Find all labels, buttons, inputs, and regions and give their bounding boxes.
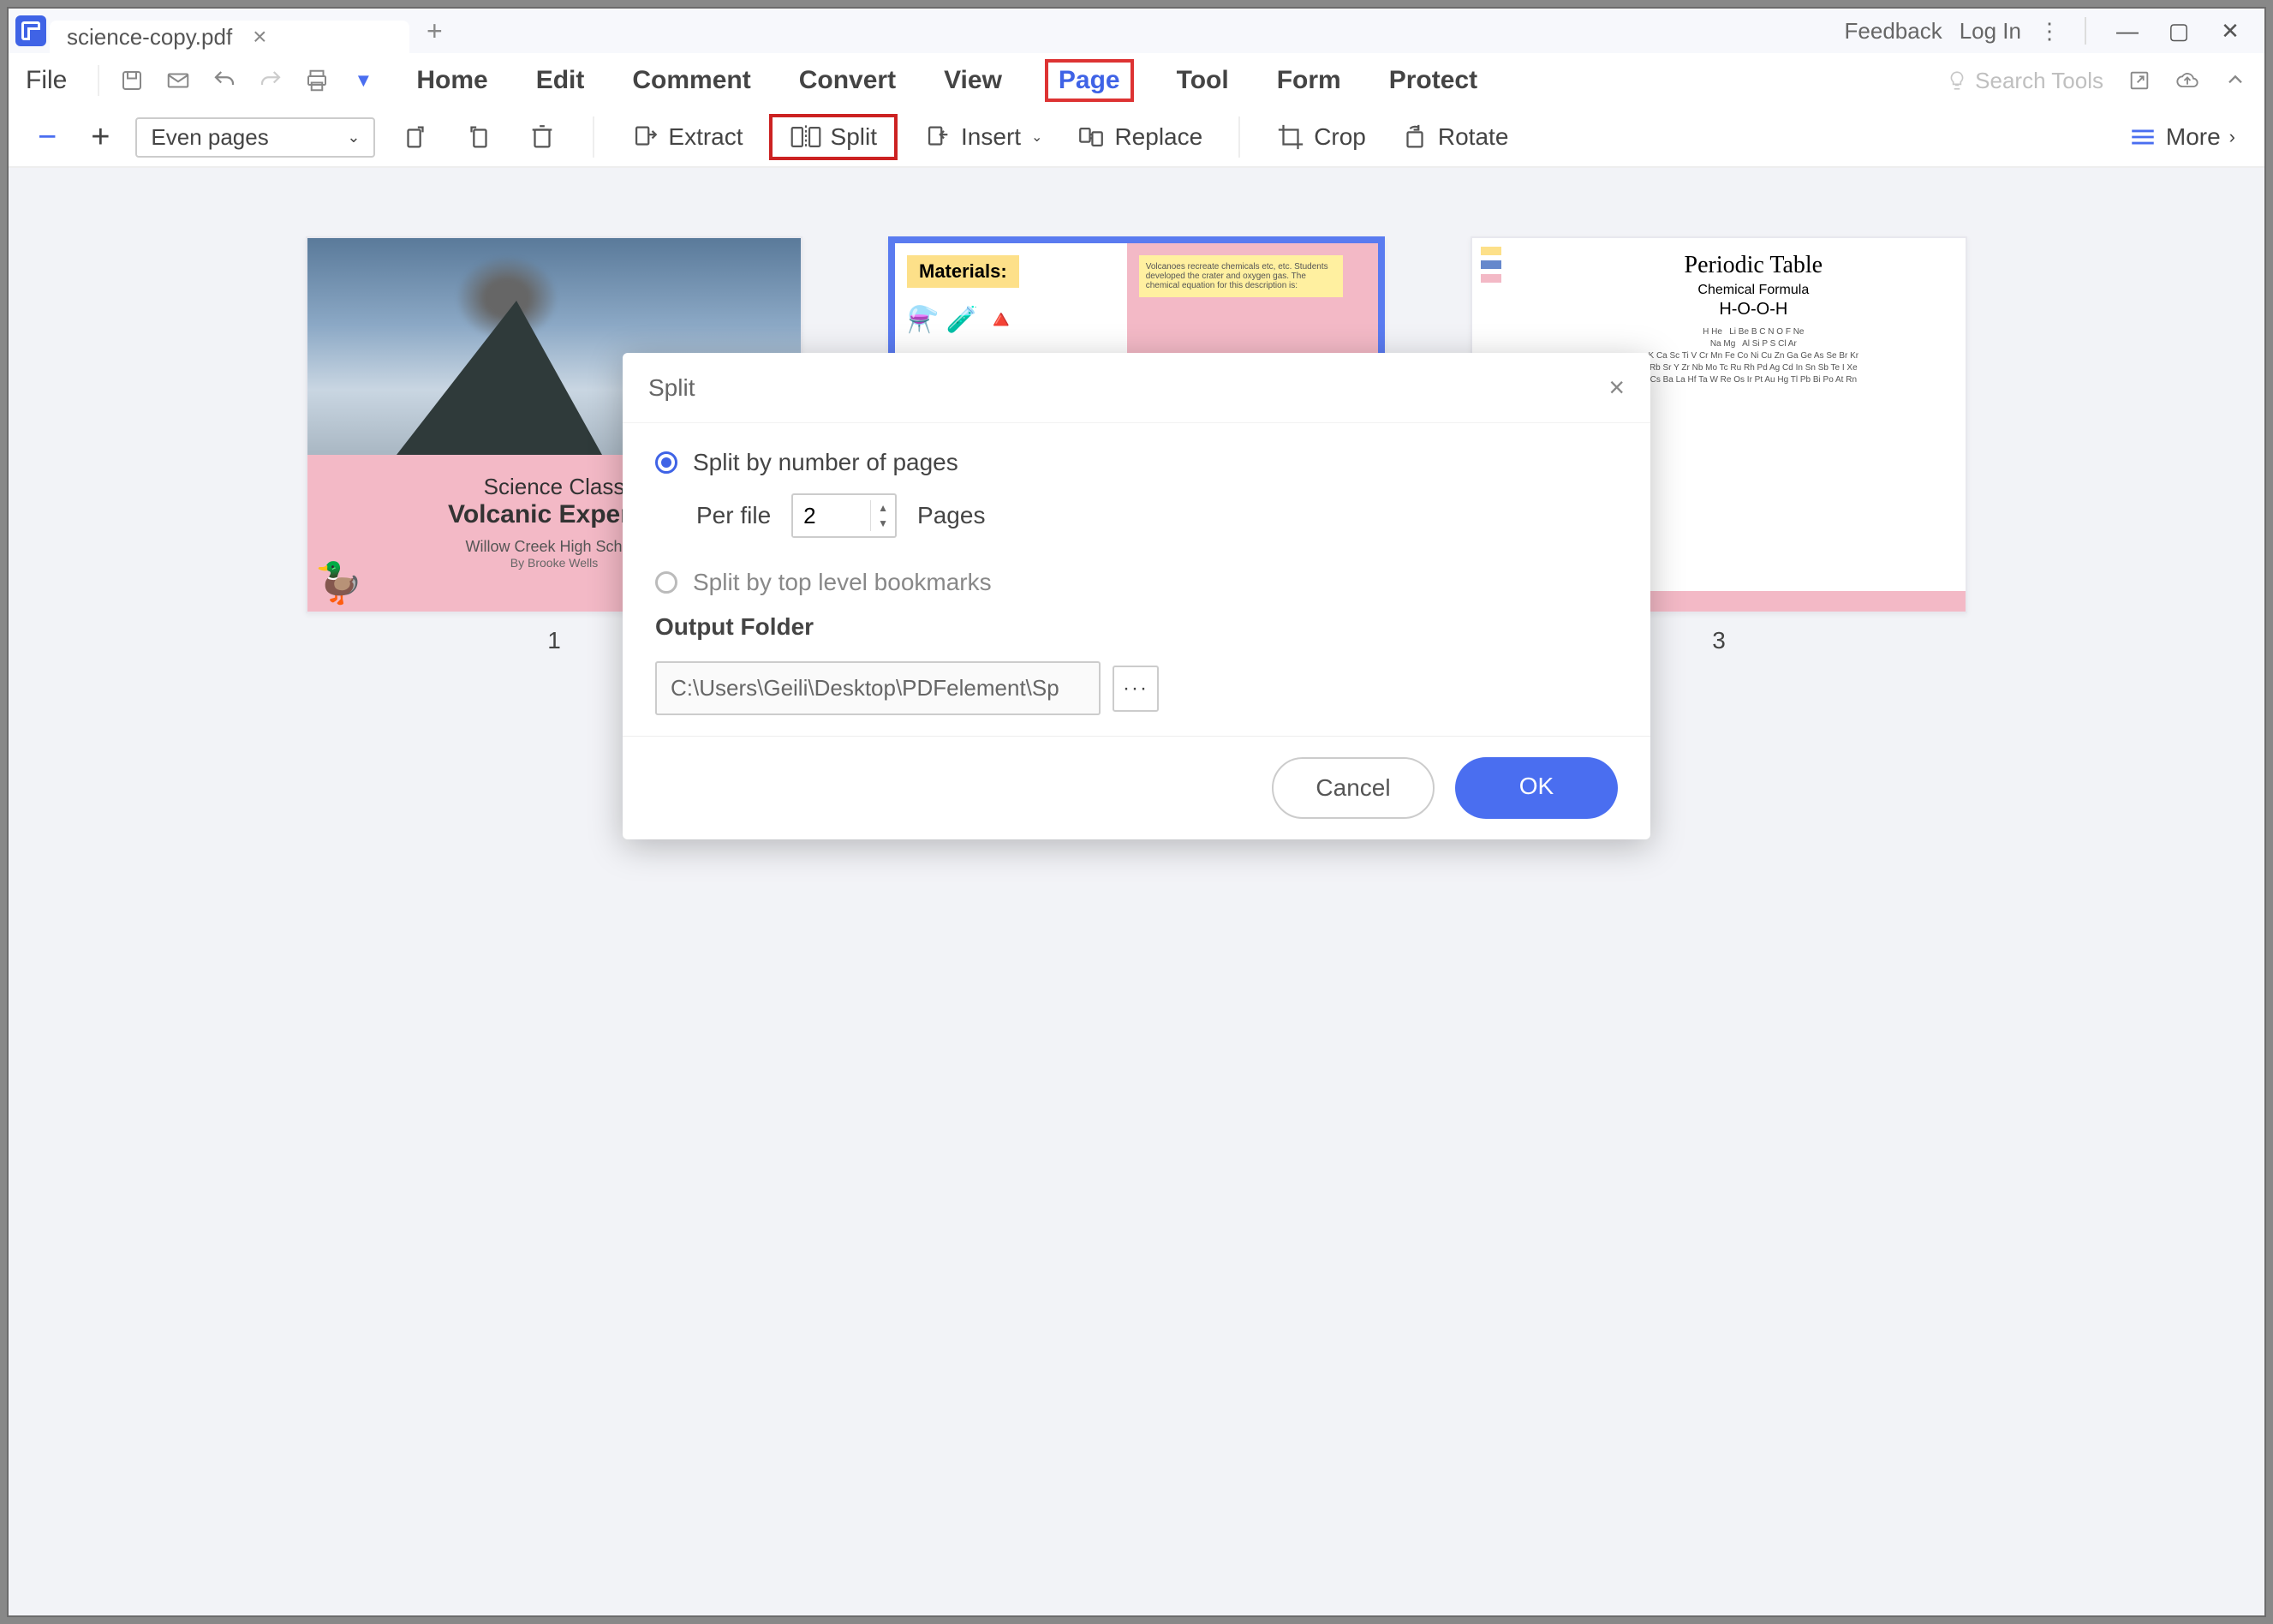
browse-button[interactable]: ···	[1113, 666, 1159, 712]
delete-page-icon[interactable]	[519, 117, 565, 157]
menu-tool[interactable]: Tool	[1172, 59, 1234, 102]
menu-comment[interactable]: Comment	[627, 59, 755, 102]
split-label: Split	[831, 123, 877, 151]
tab-close-icon[interactable]: ×	[253, 23, 266, 51]
rotate-label: Rotate	[1438, 123, 1509, 151]
file-menu[interactable]: File	[26, 66, 67, 95]
page-thumbnails-area: Science Class Volcanic Experim Willow Cr…	[9, 168, 2264, 1615]
window-close-icon[interactable]: ✕	[2213, 14, 2247, 48]
new-tab-button[interactable]: +	[427, 15, 443, 47]
thumb3-title: Periodic Table	[1550, 252, 1957, 279]
output-path-input[interactable]	[655, 661, 1101, 715]
quick-access: ▼	[116, 65, 379, 96]
output-folder-label: Output Folder	[655, 613, 1618, 641]
save-icon[interactable]	[116, 65, 147, 96]
mail-icon[interactable]	[163, 65, 194, 96]
opt-pages-label: Split by number of pages	[693, 449, 958, 476]
undo-icon[interactable]	[209, 65, 240, 96]
radio-split-by-bookmarks[interactable]: Split by top level bookmarks	[655, 569, 1618, 596]
thumb3-formula: H-O-O-H	[1550, 300, 1957, 319]
lightbulb-icon	[1946, 69, 1968, 92]
feedback-link[interactable]: Feedback	[1845, 18, 1942, 45]
kebab-menu-icon[interactable]: ⋮	[2038, 18, 2061, 45]
menu-convert[interactable]: Convert	[794, 59, 901, 102]
menu-bar: File ▼ Home Edit Comment Convert View Pa…	[9, 53, 2264, 108]
chevron-down-icon: ⌄	[1031, 128, 1042, 146]
print-icon[interactable]	[301, 65, 332, 96]
thumb2-materials: Materials:	[907, 255, 1019, 288]
title-right: Feedback Log In ⋮ ― ▢ ✕	[1845, 14, 2247, 48]
login-link[interactable]: Log In	[1960, 18, 2021, 45]
zoom-in-button[interactable]: +	[82, 114, 118, 161]
cancel-button[interactable]: Cancel	[1272, 757, 1435, 819]
menu-view[interactable]: View	[939, 59, 1007, 102]
more-label: More	[2166, 123, 2221, 151]
more-button[interactable]: More ›	[2120, 117, 2244, 157]
zoom-out-button[interactable]: −	[29, 114, 65, 161]
window-maximize-icon[interactable]: ▢	[2162, 14, 2196, 48]
menu-form[interactable]: Form	[1272, 59, 1346, 102]
app-logo-icon	[15, 15, 46, 46]
page-filter-value: Even pages	[151, 124, 268, 151]
replace-label: Replace	[1114, 123, 1202, 151]
thumb3-sub: Chemical Formula	[1550, 283, 1957, 298]
extract-label: Extract	[668, 123, 743, 151]
search-tools[interactable]: Search Tools	[1946, 68, 2103, 94]
menu-protect[interactable]: Protect	[1384, 59, 1483, 102]
insert-label: Insert	[961, 123, 1021, 151]
crop-button[interactable]: Crop	[1268, 117, 1375, 157]
rotate-left-icon[interactable]	[392, 117, 438, 157]
page-filter-dropdown[interactable]: Even pages ⌄	[135, 117, 375, 158]
window-minimize-icon[interactable]: ―	[2110, 14, 2145, 48]
menu-edit[interactable]: Edit	[531, 59, 590, 102]
pages-unit-label: Pages	[917, 502, 985, 529]
menu-page[interactable]: Page	[1045, 59, 1134, 102]
replace-button[interactable]: Replace	[1068, 117, 1211, 157]
dialog-close-icon[interactable]: ×	[1608, 372, 1625, 403]
open-external-icon[interactable]	[2127, 69, 2151, 93]
radio-unchecked-icon	[655, 571, 677, 594]
extract-button[interactable]: Extract	[622, 117, 751, 157]
opt-bookmarks-label: Split by top level bookmarks	[693, 569, 992, 596]
quick-dropdown-icon[interactable]: ▼	[348, 65, 379, 96]
rotate-right-icon[interactable]	[456, 117, 502, 157]
chevron-right-icon: ›	[2229, 126, 2235, 148]
page-number-1: 1	[547, 627, 561, 654]
split-dialog: Split × Split by number of pages Per fil…	[623, 353, 1650, 839]
split-button[interactable]: Split	[769, 114, 898, 160]
per-file-input[interactable]	[793, 496, 870, 536]
rotate-button[interactable]: Rotate	[1392, 117, 1518, 157]
spin-down-icon[interactable]: ▼	[871, 516, 895, 531]
crop-label: Crop	[1314, 123, 1366, 151]
page-number-3: 3	[1712, 627, 1726, 654]
cloud-upload-icon[interactable]	[2175, 69, 2199, 93]
per-file-input-wrap: ▲ ▼	[791, 493, 897, 538]
spin-up-icon[interactable]: ▲	[871, 500, 895, 516]
ok-button[interactable]: OK	[1455, 757, 1618, 819]
search-placeholder: Search Tools	[1975, 68, 2103, 94]
redo-icon[interactable]	[255, 65, 286, 96]
radio-checked-icon	[655, 451, 677, 474]
menu-home[interactable]: Home	[411, 59, 492, 102]
per-file-label: Per file	[696, 502, 771, 529]
app-window: science-copy.pdf × + Feedback Log In ⋮ ―…	[7, 7, 2266, 1617]
collapse-ribbon-icon[interactable]	[2223, 69, 2247, 93]
dialog-title: Split	[648, 374, 695, 402]
chevron-down-icon: ⌄	[347, 128, 360, 146]
insert-button[interactable]: Insert ⌄	[915, 117, 1051, 157]
radio-split-by-pages[interactable]: Split by number of pages	[655, 449, 1618, 476]
main-menu: Home Edit Comment Convert View Page Tool…	[411, 59, 1483, 102]
page-toolbar: − + Even pages ⌄ Extract Split Insert ⌄ …	[9, 108, 2264, 168]
document-tab[interactable]: science-copy.pdf ×	[50, 21, 409, 53]
tab-title: science-copy.pdf	[67, 24, 232, 51]
duck-icon: 🦆	[314, 559, 363, 606]
tab-bar: science-copy.pdf × + Feedback Log In ⋮ ―…	[9, 9, 2264, 53]
